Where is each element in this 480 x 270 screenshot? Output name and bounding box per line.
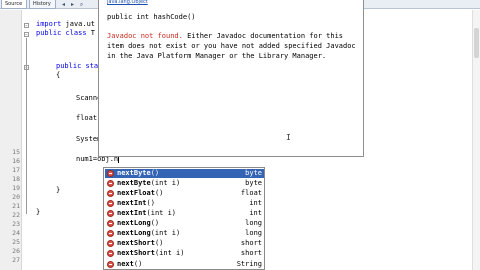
line-number: 20 <box>12 193 20 201</box>
javadoc-popup[interactable]: java.lang.Object public int hashCode() J… <box>98 0 364 157</box>
code-text: } <box>36 208 41 216</box>
back-icon[interactable]: ◂ <box>60 1 67 8</box>
keyword: public sta <box>56 62 99 70</box>
completion-item-type: long <box>245 219 262 227</box>
completion-item-type: int <box>249 209 262 217</box>
javadoc-class-link[interactable]: java.lang.Object <box>107 0 148 5</box>
completion-item[interactable]: nextLong(int i) long <box>105 229 264 238</box>
fold-toggle-icon[interactable]: − <box>24 23 29 28</box>
method-icon <box>107 180 114 187</box>
keyword: public class <box>36 29 87 37</box>
line-number: 25 <box>12 238 20 246</box>
code-line[interactable]: } <box>56 186 60 195</box>
method-icon <box>107 261 114 268</box>
completion-item[interactable]: next() String <box>105 260 264 269</box>
method-icon <box>107 220 114 227</box>
line-number: 26 <box>12 247 20 255</box>
completion-item-type: float <box>240 189 262 197</box>
completion-item-name: next() <box>117 260 143 268</box>
method-icon <box>107 240 114 247</box>
code-line[interactable]: import java.ut <box>36 20 95 29</box>
completion-item[interactable]: nextShort(int i) short <box>105 249 264 258</box>
completion-item-name: nextByte(int i) <box>117 179 181 187</box>
completion-item[interactable]: nextByte(int i) byte <box>105 179 264 188</box>
completion-item-name: nextShort() <box>117 239 164 247</box>
completion-item[interactable]: nextInt(int i) int <box>105 209 264 218</box>
completion-item[interactable]: nextByte() byte <box>105 169 264 178</box>
completion-item-type: short <box>240 239 262 247</box>
forward-icon[interactable]: ▸ <box>69 1 76 8</box>
vertical-scrollbar[interactable] <box>472 10 480 270</box>
method-icon <box>107 190 114 197</box>
line-number: 23 <box>12 220 20 228</box>
line-number: 15 <box>12 148 20 156</box>
line-number: 22 <box>12 211 20 219</box>
code-text: { <box>56 71 61 79</box>
completion-item-type: short <box>240 249 262 257</box>
line-number: 24 <box>12 229 20 237</box>
tab-source[interactable]: Source <box>1 0 27 9</box>
code-line[interactable]: public sta <box>56 62 98 71</box>
completion-item-type: long <box>245 229 262 237</box>
fold-guide <box>26 38 27 214</box>
code-text: java.ut <box>61 20 96 28</box>
completion-item-name: nextLong(int i) <box>117 229 181 237</box>
method-icon <box>107 170 114 177</box>
search-icon[interactable]: ⌕ <box>78 1 85 8</box>
javadoc-error-text: Javadoc not found. <box>107 32 183 40</box>
completion-item-type: String <box>236 260 262 268</box>
code-text: } <box>56 186 61 194</box>
code-line[interactable]: public class T <box>36 29 95 38</box>
method-icon <box>107 230 114 237</box>
code-line[interactable]: } <box>36 208 40 217</box>
fold-toggle-icon[interactable]: − <box>24 32 29 37</box>
code-completion-popup[interactable]: nextByte() byte nextByte(int i) byte nex… <box>103 167 265 270</box>
keyword: import <box>36 20 62 28</box>
completion-item-type: byte <box>245 169 262 177</box>
code-text: T <box>86 29 96 37</box>
method-icon <box>107 210 114 217</box>
text-cursor-icon: I <box>286 133 291 142</box>
tab-history[interactable]: History <box>29 0 56 9</box>
completion-item[interactable]: nextShort() short <box>105 239 264 248</box>
scrollbar-thumb[interactable] <box>474 28 479 58</box>
completion-item[interactable]: nextInt() int <box>105 199 264 208</box>
completion-item-name: nextShort(int i) <box>117 249 185 257</box>
completion-item[interactable]: nextLong() long <box>105 219 264 228</box>
method-signature: public int hashCode() <box>107 13 196 21</box>
code-line[interactable]: { <box>56 71 60 80</box>
line-number: 17 <box>12 166 20 174</box>
method-icon <box>107 250 114 257</box>
completion-item-type: int <box>249 199 262 207</box>
line-number: 16 <box>12 157 20 165</box>
completion-item-name: nextByte() <box>117 169 160 177</box>
completion-item-name: nextLong() <box>117 219 160 227</box>
javadoc-message: Javadoc not found. Either Javadoc docume… <box>107 31 359 61</box>
completion-item-type: byte <box>245 179 262 187</box>
method-icon <box>107 200 114 207</box>
completion-item[interactable]: nextFloat() float <box>105 189 264 198</box>
line-number: 27 <box>12 256 20 264</box>
line-number: 19 <box>12 184 20 192</box>
line-number: 21 <box>12 202 20 210</box>
line-number: 18 <box>12 175 20 183</box>
completion-item-name: nextInt() <box>117 199 155 207</box>
completion-item-name: nextInt(int i) <box>117 209 177 217</box>
completion-item-name: nextFloat() <box>117 189 164 197</box>
